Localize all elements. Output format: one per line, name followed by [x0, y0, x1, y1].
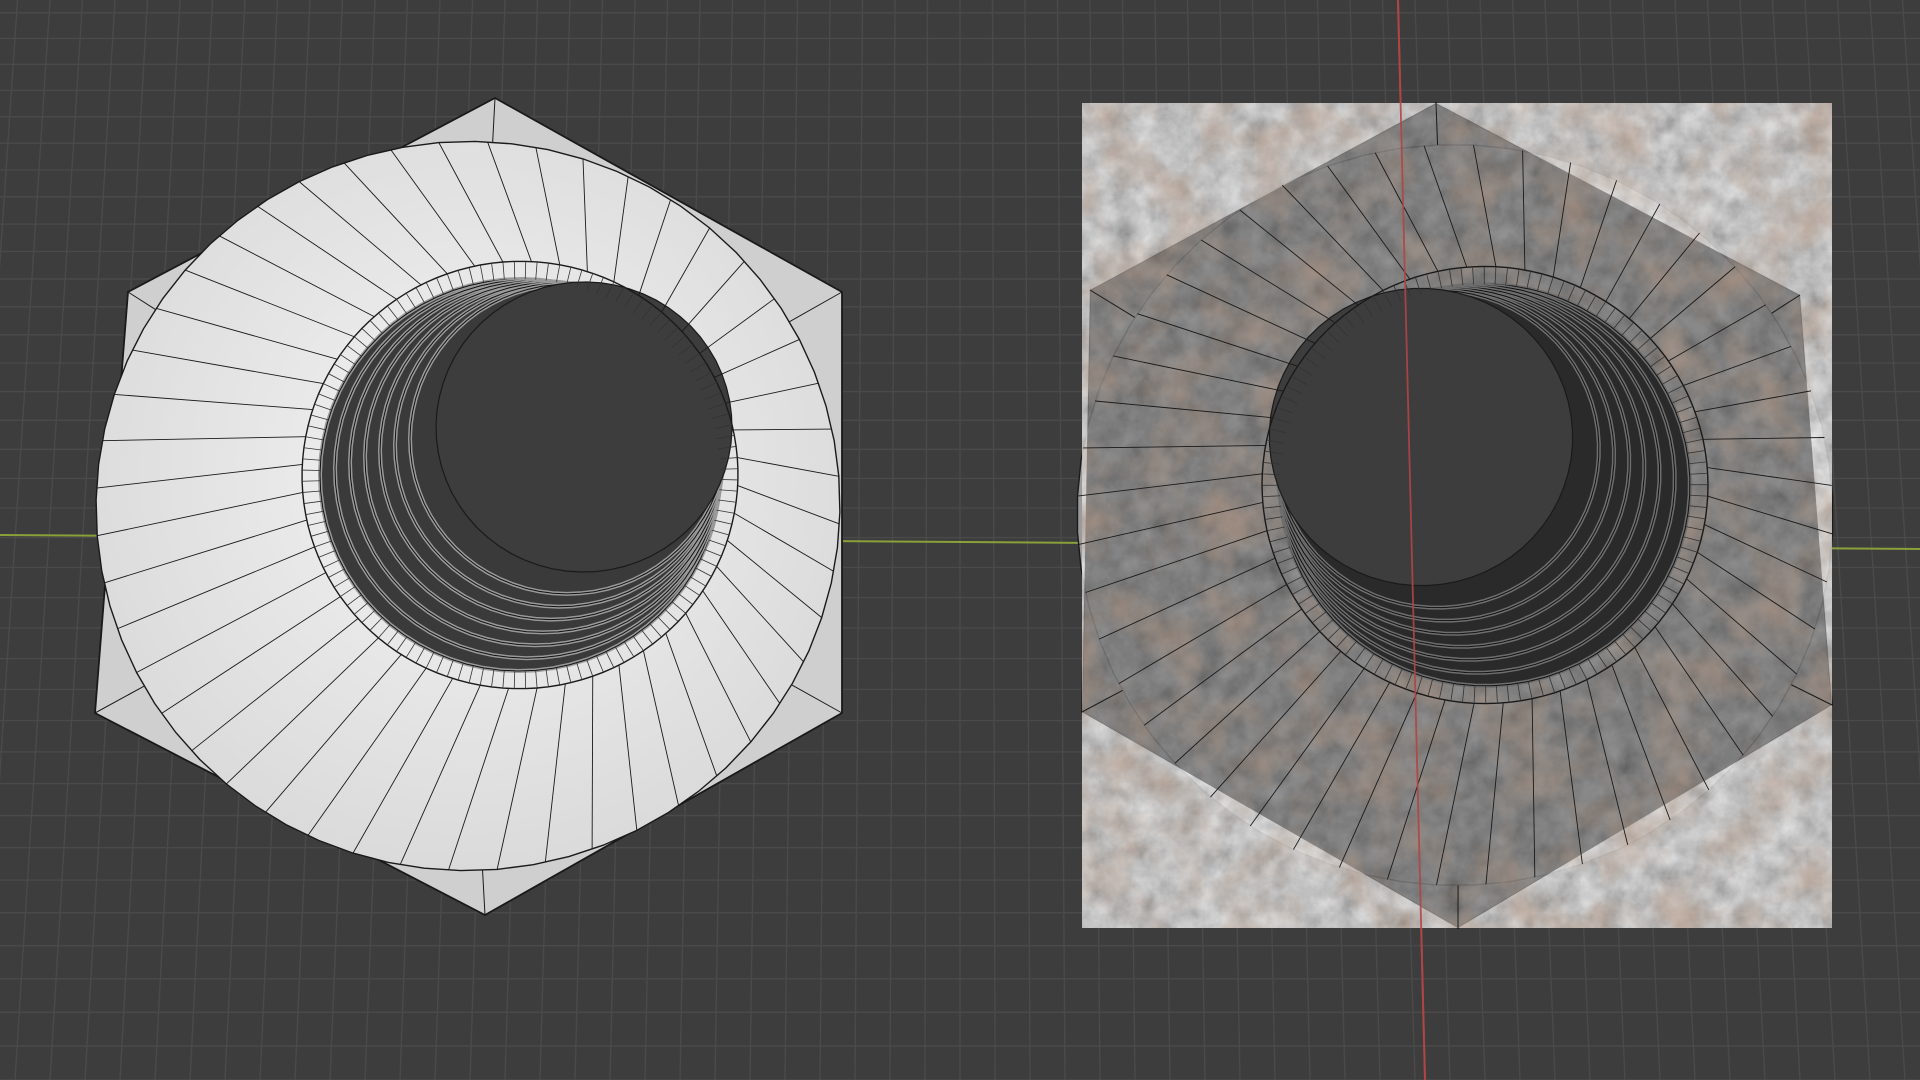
lip-segment — [719, 468, 738, 470]
grid-line-v — [1836, 0, 1906, 1080]
hex-nut-solid-wireframe[interactable] — [94, 96, 843, 917]
grid-line-v — [854, 0, 864, 1080]
grid-line-v — [1024, 0, 1031, 1080]
grid-line-v — [889, 0, 896, 1080]
face-segment — [591, 676, 594, 850]
grid-line-v — [991, 0, 996, 1080]
viewport-canvas[interactable] — [0, 0, 1920, 1080]
grid-line-v — [14, 0, 84, 1080]
nut-hole-through — [1268, 287, 1574, 587]
lip-segment — [302, 480, 321, 482]
grid-line-v — [924, 0, 929, 1080]
3d-viewport[interactable] — [0, 0, 1920, 1080]
grid-line-v — [1056, 0, 1066, 1080]
